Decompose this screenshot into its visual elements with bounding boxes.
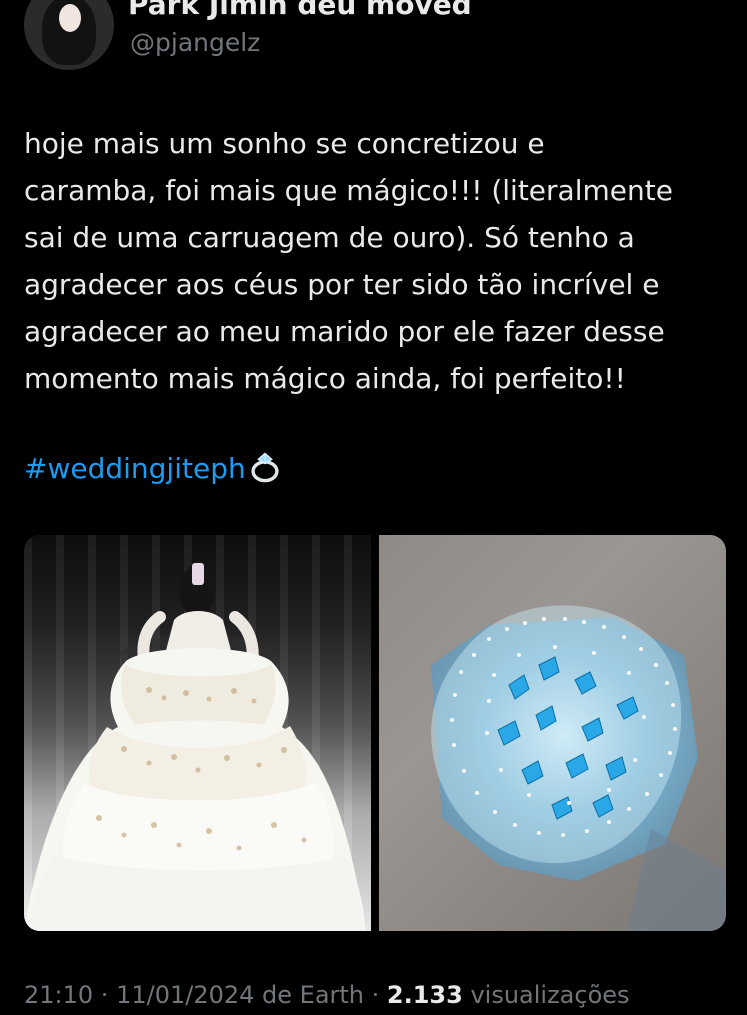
bouquet-illustration — [431, 605, 726, 931]
tweet-date[interactable]: 11/01/2024 — [116, 981, 254, 1009]
media-grid — [24, 535, 726, 931]
tweet-meta-row: 21:10 · 11/01/2024 de Earth · 2.133 visu… — [24, 978, 630, 1012]
tweet-location-prefix: de — [254, 981, 300, 1009]
hashtag-row: #weddingjiteph — [24, 445, 282, 492]
separator-dot-2: · — [364, 981, 387, 1009]
ring-icon — [251, 452, 279, 483]
wedding-dress-illustration — [24, 563, 366, 931]
butterfly-bouquet-photo[interactable] — [379, 535, 726, 931]
tweet-handle[interactable]: @pjangelz — [130, 28, 260, 57]
separator-dot-1: · — [93, 981, 117, 1009]
tweet-time[interactable]: 21:10 — [24, 981, 93, 1009]
tweet-views-label: visualizações — [462, 981, 630, 1009]
tweet-avatar[interactable] — [24, 0, 114, 70]
tweet-views-count: 2.133 — [386, 981, 463, 1009]
tweet-text: hoje mais um sonho se concretizou e cara… — [24, 127, 673, 395]
hashtag-link[interactable]: #weddingjiteph — [24, 452, 246, 485]
tweet-display-name[interactable]: Park Jimin deu moved — [128, 0, 472, 21]
wedding-dress-photo[interactable] — [24, 535, 371, 931]
tweet-location: Earth — [299, 981, 365, 1009]
